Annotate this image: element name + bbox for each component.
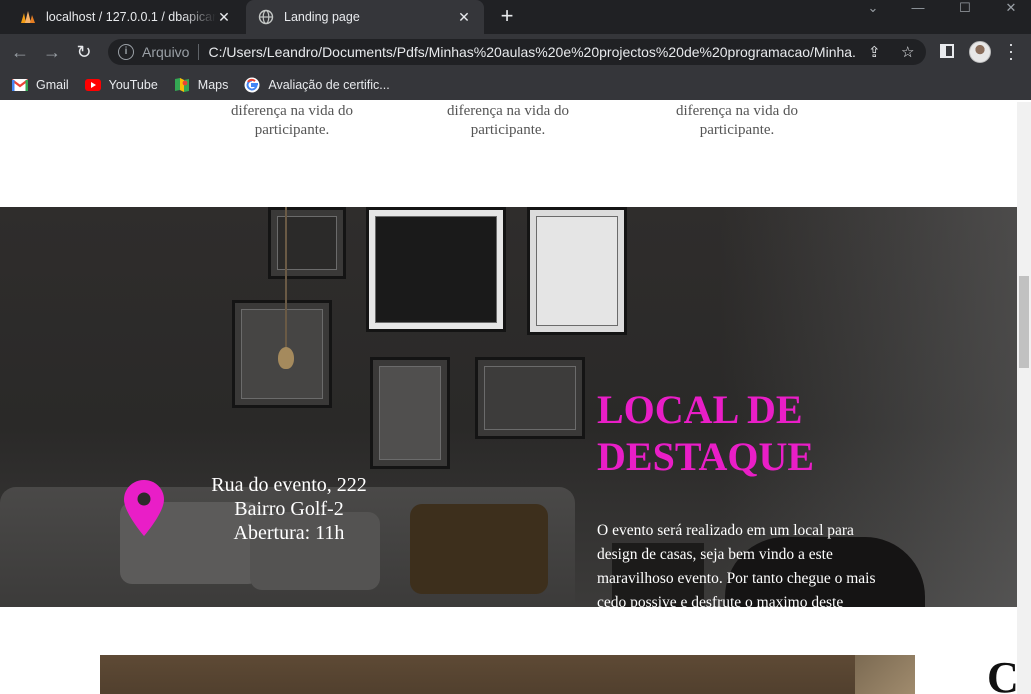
address-bar[interactable]: i Arquivo C:/Users/Leandro/Documents/Pdf… bbox=[108, 39, 926, 65]
background-photo-frame bbox=[527, 207, 627, 335]
venue-title: LOCAL DE DESTAQUE bbox=[597, 387, 815, 479]
next-section-image bbox=[100, 655, 915, 694]
maps-icon bbox=[174, 77, 190, 93]
forward-button[interactable]: → bbox=[42, 42, 62, 62]
next-section-heading: C bbox=[987, 653, 1017, 694]
feature-text: diferença na vida do participante. bbox=[408, 102, 608, 140]
maximize-button[interactable]: ☐ bbox=[942, 0, 988, 15]
background-photo-frame bbox=[268, 207, 346, 279]
bookmark-youtube[interactable]: YouTube bbox=[84, 77, 158, 93]
background-lamp-cord bbox=[285, 207, 287, 357]
browser-menu-icon[interactable]: · · · bbox=[1005, 35, 1017, 67]
venue-section: Rua do evento, 222 Bairro Golf-2 Abertur… bbox=[0, 207, 1017, 607]
tab-phpmyadmin[interactable]: localhost / 127.0.0.1 / dbapicarros ✕ bbox=[8, 0, 244, 34]
info-icon[interactable]: i bbox=[118, 44, 134, 60]
browser-toolbar: ← → ↻ i Arquivo C:/Users/Leandro/Documen… bbox=[0, 34, 1031, 70]
side-panel-icon[interactable] bbox=[940, 44, 954, 58]
page-viewport: diferença na vida do participante. difer… bbox=[0, 102, 1017, 694]
tab-landing-page[interactable]: Landing page ✕ bbox=[246, 0, 484, 34]
feature-line: diferença na vida do bbox=[446, 103, 570, 119]
bookmark-label: YouTube bbox=[108, 78, 158, 92]
address-line: Bairro Golf-2 bbox=[234, 498, 344, 520]
bookmark-star-icon[interactable]: ☆ bbox=[901, 43, 914, 61]
background-cushion bbox=[410, 504, 548, 594]
tab-strip: localhost / 127.0.0.1 / dbapicarros ✕ La… bbox=[0, 0, 1031, 34]
venue-address: Rua do evento, 222 Bairro Golf-2 Abertur… bbox=[190, 473, 388, 545]
bookmark-certification[interactable]: Avaliação de certific... bbox=[244, 77, 390, 93]
bookmark-maps[interactable]: Maps bbox=[174, 77, 229, 93]
share-icon[interactable]: ⇪ bbox=[868, 43, 881, 61]
url-text[interactable]: C:/Users/Leandro/Documents/Pdfs/Minhas%2… bbox=[208, 44, 856, 60]
divider bbox=[198, 44, 200, 60]
tab-search-icon[interactable]: ⌄ bbox=[850, 0, 896, 15]
address-line: Rua do evento, 222 bbox=[211, 474, 367, 496]
background-photo-frame bbox=[475, 357, 585, 439]
tab-title: localhost / 127.0.0.1 / dbapicarros bbox=[46, 10, 216, 24]
background-photo-frame bbox=[370, 357, 450, 469]
bookmark-label: Avaliação de certific... bbox=[268, 78, 390, 92]
feature-line: participante. bbox=[699, 122, 775, 138]
phpmyadmin-icon bbox=[20, 9, 36, 25]
page-scrollbar[interactable] bbox=[1017, 102, 1031, 694]
feature-line: diferença na vida do bbox=[230, 103, 354, 119]
bookmark-label: Maps bbox=[197, 78, 229, 92]
minimize-button[interactable]: — bbox=[895, 0, 941, 15]
profile-avatar[interactable] bbox=[969, 41, 991, 63]
venue-description: O evento será realizado em um local para… bbox=[597, 522, 876, 607]
close-icon[interactable]: ✕ bbox=[456, 9, 472, 26]
background-photo-frame bbox=[366, 207, 506, 332]
feature-text: diferença na vida do participante. bbox=[637, 102, 837, 140]
gmail-icon bbox=[12, 77, 28, 93]
google-icon bbox=[244, 77, 260, 93]
bookmarks-bar: Gmail YouTube Maps Avaliação de certific… bbox=[0, 70, 1031, 100]
scrollbar-thumb[interactable] bbox=[1019, 276, 1029, 368]
bookmark-gmail[interactable]: Gmail bbox=[12, 77, 69, 93]
youtube-icon bbox=[84, 77, 101, 93]
feature-line: participante. bbox=[254, 122, 330, 138]
scheme-label: Arquivo bbox=[142, 44, 190, 60]
location-pin-icon bbox=[124, 480, 164, 536]
reload-button[interactable]: ↻ bbox=[74, 42, 94, 62]
opening-time: Abertura: 11h bbox=[233, 522, 345, 544]
close-icon[interactable]: ✕ bbox=[216, 9, 232, 26]
next-section-image-detail bbox=[855, 655, 915, 694]
feature-line: participante. bbox=[470, 122, 546, 138]
feature-text: diferença na vida do participante. bbox=[192, 102, 392, 140]
tab-title: Landing page bbox=[284, 10, 360, 24]
feature-line: diferença na vida do bbox=[675, 103, 799, 119]
bookmark-label: Gmail bbox=[36, 78, 69, 92]
close-window-button[interactable]: ✕ bbox=[988, 0, 1031, 15]
new-tab-button[interactable]: + bbox=[496, 5, 518, 28]
globe-icon bbox=[258, 9, 274, 25]
background-lamp-bulb bbox=[278, 347, 294, 369]
back-button[interactable]: ← bbox=[10, 42, 30, 62]
